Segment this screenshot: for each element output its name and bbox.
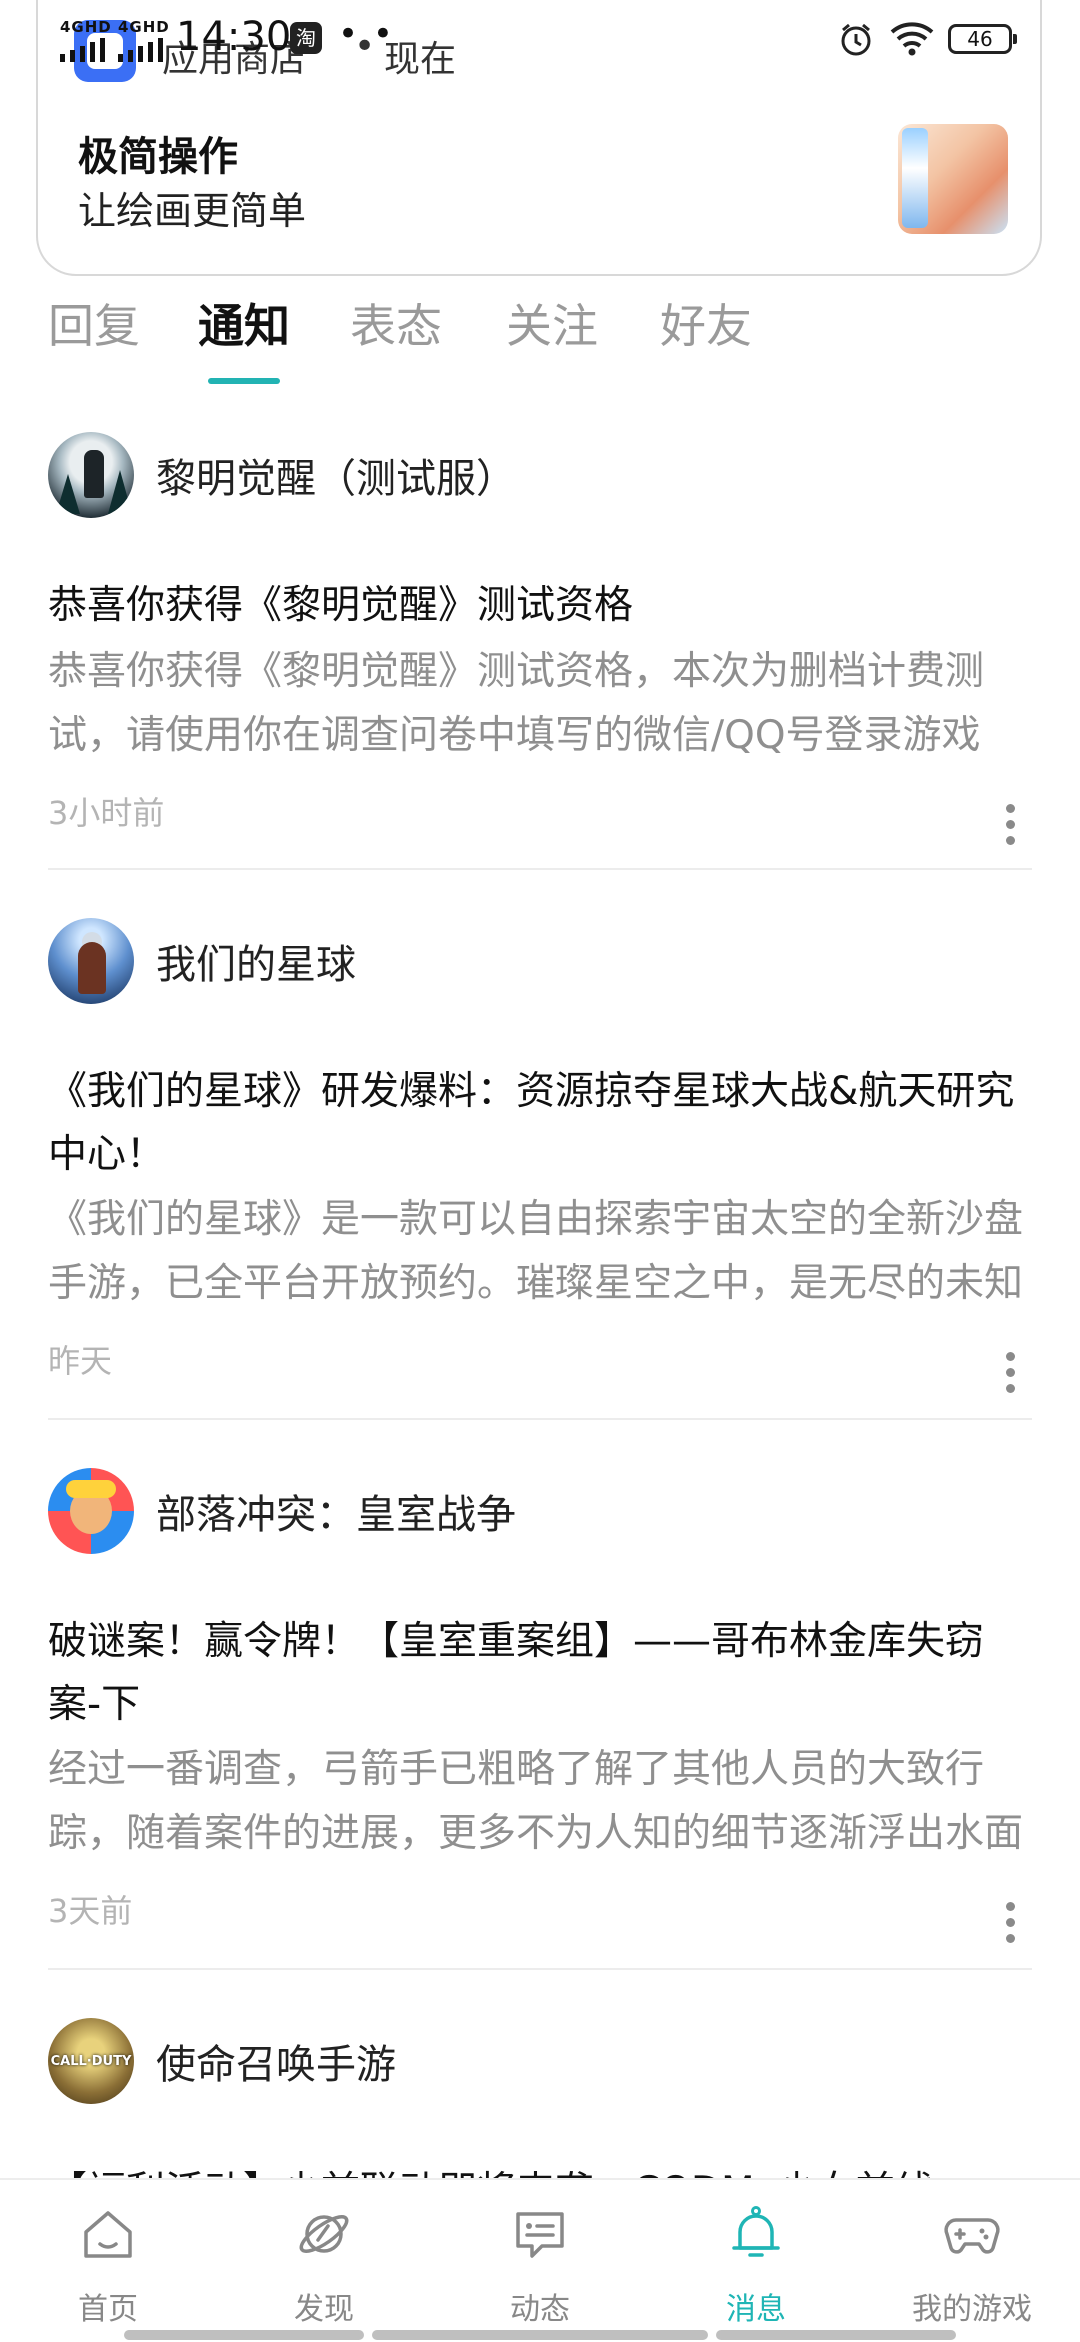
bottom-navigation: 首页 发现 动态 消息 我的游戏 <box>0 2178 1080 2340</box>
nav-my-games-label: 我的游戏 <box>912 2292 1032 2327</box>
status-bar: 4GHD 4GHD 14:30 淘 • • 46 <box>0 0 1080 62</box>
divider <box>48 868 1032 870</box>
notification-thumbnail <box>898 124 1008 234</box>
notification-title: 极简操作 <box>78 134 238 180</box>
more-options-icon[interactable] <box>1006 1352 1018 1400</box>
tab-reply[interactable]: 回复 <box>48 290 140 356</box>
item-time: 昨天 <box>48 1342 113 1380</box>
avatar[interactable] <box>48 432 134 518</box>
notification-feed: 黎明觉醒（测试服） 恭喜你获得《黎明觉醒》测试资格 恭喜你获得《黎明觉醒》测试资… <box>0 400 1080 2180</box>
more-notifications-icon: • • <box>338 14 395 54</box>
divider <box>48 1418 1032 1420</box>
nav-feed-label: 动态 <box>510 2292 570 2327</box>
network-type-1: 4GHD <box>60 18 112 36</box>
gamepad-icon <box>944 2218 1000 2254</box>
gesture-bar <box>716 2330 956 2340</box>
active-tab-indicator <box>208 378 280 384</box>
planet-icon <box>299 2215 349 2253</box>
tab-notifications[interactable]: 通知 <box>198 290 290 356</box>
wifi-icon <box>890 22 934 56</box>
more-options-icon[interactable] <box>1006 1902 1018 1950</box>
item-time: 3天前 <box>48 1892 133 1930</box>
source-name[interactable]: 我们的星球 <box>156 932 356 990</box>
more-options-icon[interactable] <box>1006 804 1018 852</box>
avatar[interactable] <box>48 918 134 1004</box>
source-name[interactable]: 部落冲突：皇室战争 <box>156 1482 516 1540</box>
item-body: 恭喜你获得《黎明觉醒》测试资格，本次为删档计费测试，请使用你在调查问卷中填写的微… <box>48 649 985 758</box>
nav-discover-label: 发现 <box>294 2292 354 2327</box>
nav-discover[interactable]: 发现 <box>224 2180 424 2342</box>
item-title: 【福利活动】少前联动即将来袭，CODMx少女前线 <box>48 2160 1048 2180</box>
signal-2-icon: 4GHD <box>118 18 170 62</box>
item-body: 经过一番调查，弓箭手已粗略了解了其他人员的大致行踪，随着案件的进展，更多不为人知… <box>48 1747 1024 1856</box>
item-body: 《我们的星球》是一款可以自由探索宇宙太空的全新沙盘手游，已全平台开放预约。璀璨星… <box>48 1197 1024 1306</box>
nav-home[interactable]: 首页 <box>8 2180 208 2342</box>
nav-my-games[interactable]: 我的游戏 <box>872 2180 1072 2342</box>
signal-1-icon: 4GHD <box>60 18 112 62</box>
alarm-icon <box>841 23 871 56</box>
message-icon <box>516 2212 564 2258</box>
tab-following[interactable]: 关注 <box>506 290 598 356</box>
nav-messages-label: 消息 <box>726 2292 786 2327</box>
clock: 14:30 <box>176 14 292 60</box>
source-name[interactable]: 黎明觉醒（测试服） <box>156 446 516 504</box>
tab-reactions[interactable]: 表态 <box>350 290 442 356</box>
gesture-bar <box>124 2330 364 2340</box>
item-title: 破谜案！赢令牌！【皇室重案组】——哥布林金库失窃案-下 <box>48 1619 985 1727</box>
notification-text: 让绘画更简单 <box>78 189 307 233</box>
gesture-bar <box>372 2330 708 2340</box>
item-title: 《我们的星球》研发爆料：资源掠夺星球大战&航天研究中心！ <box>48 1069 1015 1177</box>
nav-messages[interactable]: 消息 <box>656 2180 856 2342</box>
item-title: 恭喜你获得《黎明觉醒》测试资格 <box>48 583 634 628</box>
source-name[interactable]: 使命召唤手游 <box>156 2032 396 2090</box>
network-type-2: 4GHD <box>118 18 170 36</box>
message-tabs: 回复 通知 表态 关注 好友 <box>0 280 1080 390</box>
nav-feed[interactable]: 动态 <box>440 2180 640 2342</box>
item-time: 3小时前 <box>48 794 165 832</box>
tab-friends[interactable]: 好友 <box>660 290 752 356</box>
taobao-notify-icon: 淘 <box>290 22 322 54</box>
avatar[interactable]: CALL·DUTY <box>48 2018 134 2104</box>
avatar[interactable] <box>48 1468 134 1554</box>
bell-icon <box>732 2206 780 2257</box>
battery-indicator: 46 <box>948 24 1017 54</box>
divider <box>48 1968 1032 1970</box>
home-icon <box>84 2211 132 2258</box>
nav-home-label: 首页 <box>78 2292 138 2327</box>
